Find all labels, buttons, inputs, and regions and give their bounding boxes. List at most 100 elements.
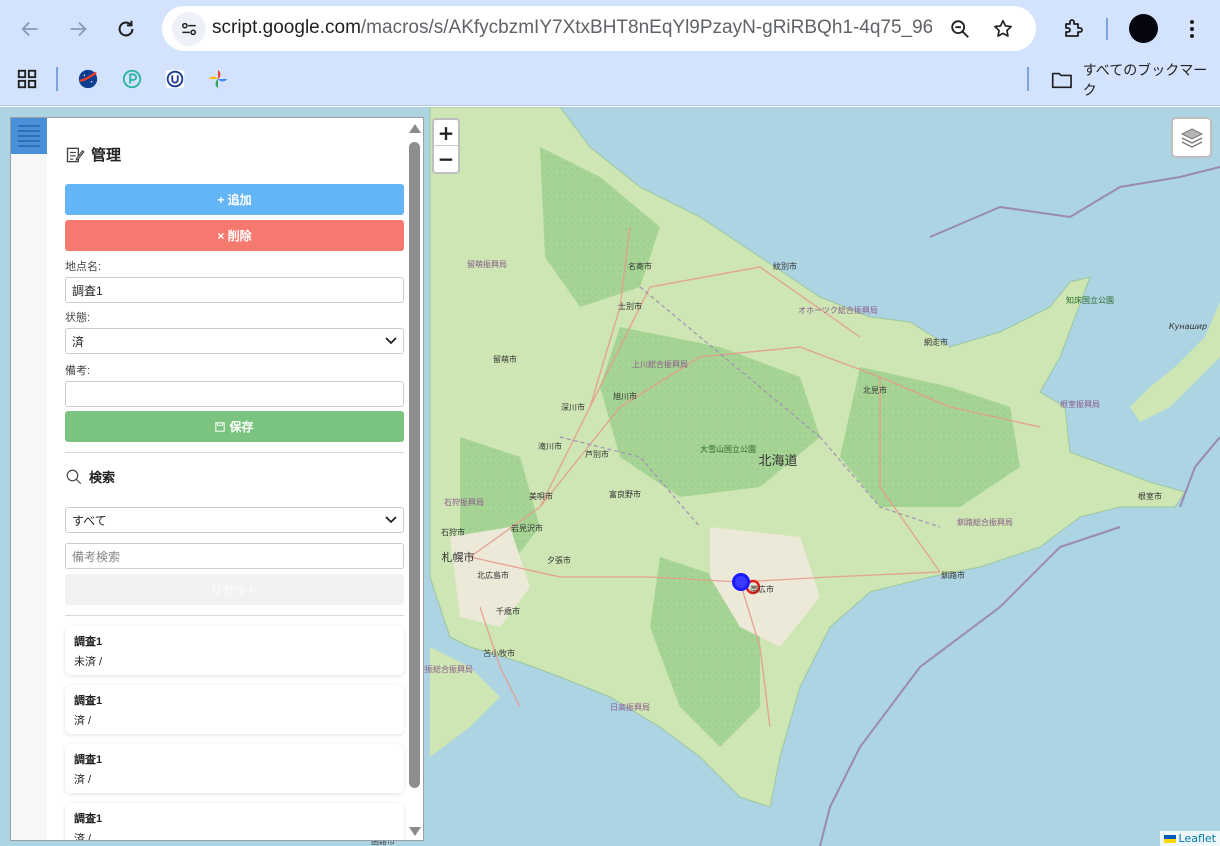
label-iwamizawa: 岩見沢市 bbox=[511, 523, 543, 533]
label-kamikawa: 上川総合振興局 bbox=[632, 359, 688, 369]
add-button[interactable]: + 追加 bbox=[65, 184, 404, 215]
profile-avatar[interactable] bbox=[1129, 14, 1158, 43]
list-item[interactable]: 調査1 済 / bbox=[65, 744, 404, 793]
label-kushiro: 釧路市 bbox=[941, 570, 965, 580]
label-sapporo: 札幌市 bbox=[442, 550, 475, 564]
status-select[interactable]: 済 bbox=[65, 328, 404, 354]
apps-icon[interactable] bbox=[15, 67, 39, 91]
status-filter-select[interactable]: すべて bbox=[65, 507, 404, 533]
layers-icon bbox=[1180, 127, 1203, 148]
label-nayoro: 名寄市 bbox=[628, 261, 652, 271]
layers-button[interactable] bbox=[1171, 117, 1212, 158]
southwest-peninsula bbox=[430, 647, 500, 757]
label-bibai: 美唄市 bbox=[529, 491, 553, 501]
reset-button[interactable]: リセット bbox=[65, 574, 404, 605]
section-divider bbox=[65, 452, 404, 453]
kunashir-island bbox=[1130, 302, 1220, 422]
note-field[interactable] bbox=[65, 381, 404, 407]
zoom-in-button[interactable]: + bbox=[434, 120, 458, 146]
toolbar-divider bbox=[1106, 18, 1108, 40]
note-search-input[interactable]: 備考検索 bbox=[65, 543, 404, 569]
scroll-down-arrow-icon[interactable] bbox=[409, 827, 421, 836]
label-tomakomai: 苫小牧市 bbox=[483, 648, 515, 658]
label-ishikari: 石狩市 bbox=[441, 527, 465, 537]
all-bookmarks-button[interactable]: すべてのブックマーク bbox=[1050, 63, 1220, 99]
label-okhotsk: オホーツク総合振興局 bbox=[798, 305, 878, 315]
attribution-link[interactable]: Leaflet bbox=[1179, 832, 1216, 845]
label-rumoi-sub: 留萌振興局 bbox=[467, 259, 507, 269]
reload-button[interactable] bbox=[109, 12, 143, 46]
back-button[interactable] bbox=[13, 12, 47, 46]
zoom-out-button[interactable]: − bbox=[434, 146, 458, 172]
scroll-thumb[interactable] bbox=[409, 142, 420, 788]
url-text[interactable]: script.google.com/macros/s/AKfycbzmIY7Xt… bbox=[212, 17, 932, 39]
status-label: 状態: bbox=[65, 312, 91, 324]
location-name-label: 地点名: bbox=[65, 261, 102, 273]
scroll-up-arrow-icon[interactable] bbox=[409, 124, 421, 133]
label-abashiri: 網走市 bbox=[924, 337, 948, 347]
url-host: script.google.com bbox=[212, 17, 361, 38]
url-path: /macros/s/AKfycbzmIY7XtxBHT8nEqYl9PzayN-… bbox=[360, 17, 932, 38]
label-furano: 富良野市 bbox=[609, 489, 641, 499]
search-icon bbox=[66, 469, 82, 484]
bookmarks-bar: すべてのブックマーク bbox=[0, 58, 1220, 106]
list-item[interactable]: 調査1 未済 / bbox=[65, 626, 404, 675]
survey-marker-blue bbox=[732, 573, 750, 591]
label-obihiro: 帯広市 bbox=[750, 584, 774, 594]
label-kunashir: Кунашир bbox=[1169, 322, 1207, 331]
label-daisetsu: 大雪山国立公園 bbox=[700, 444, 756, 454]
label-hidaka: 日高振興局 bbox=[610, 702, 650, 712]
forward-button[interactable] bbox=[61, 12, 95, 46]
delete-button[interactable]: × 削除 bbox=[65, 220, 404, 251]
manage-section-title: 管理 bbox=[65, 144, 121, 165]
zoom-lens-icon[interactable] bbox=[946, 15, 974, 43]
label-kitami: 北見市 bbox=[863, 385, 887, 395]
panel-scrollbar[interactable] bbox=[406, 118, 423, 840]
reload-icon bbox=[118, 20, 134, 37]
label-kitahiroshima: 北広島市 bbox=[477, 570, 509, 580]
bookmark-star-icon[interactable] bbox=[989, 15, 1017, 43]
label-region: 北海道 bbox=[758, 454, 797, 469]
arrow-right-icon bbox=[70, 21, 87, 37]
label-rumoi: 留萌市 bbox=[493, 354, 517, 364]
folder-icon bbox=[1051, 72, 1072, 89]
label-shiretoko: 知床国立公園 bbox=[1066, 295, 1114, 305]
hamburger-icon bbox=[18, 125, 40, 127]
list-divider bbox=[65, 615, 404, 616]
label-chitose: 千歳市 bbox=[496, 606, 520, 616]
web-page: 北海道 名寄市 紋別市 士別市 オホーツク総合振興局 知床国立公園 Кунаши… bbox=[0, 107, 1220, 846]
more-menu-icon[interactable] bbox=[1176, 13, 1208, 45]
list-item[interactable]: 調査1 済 / bbox=[65, 685, 404, 734]
side-panel: 管理 + 追加 × 削除 地点名: 調査1 状態: 済 備考: 保存 検索 すべ… bbox=[10, 117, 424, 841]
save-button[interactable]: 保存 bbox=[65, 411, 404, 442]
label-nemuro-sub: 根室振興局 bbox=[1060, 399, 1100, 409]
label-kushiro-sub: 釧路総合振興局 bbox=[957, 517, 1013, 527]
memo-icon bbox=[66, 147, 85, 162]
floppy-disk-icon bbox=[215, 421, 226, 432]
address-bar[interactable]: script.google.com/macros/s/AKfycbzmIY7Xt… bbox=[162, 6, 1036, 51]
note-label: 備考: bbox=[65, 365, 91, 377]
chevron-down-icon bbox=[385, 337, 397, 345]
pinwheel-icon[interactable] bbox=[206, 67, 230, 91]
browser-toolbar: script.google.com/macros/s/AKfycbzmIY7Xt… bbox=[0, 0, 1220, 58]
menu-toggle-button[interactable] bbox=[11, 118, 47, 154]
extensions-icon[interactable] bbox=[1057, 13, 1089, 45]
p-circle-icon[interactable] bbox=[120, 67, 144, 91]
label-fukagawa: 深川市 bbox=[561, 402, 585, 412]
u-logo-icon[interactable] bbox=[163, 67, 187, 91]
label-nemuro: 根室市 bbox=[1138, 491, 1162, 501]
label-monbetsu: 紋別市 bbox=[773, 261, 797, 271]
search-section-title: 検索 bbox=[65, 467, 115, 486]
arrow-left-icon bbox=[21, 21, 38, 37]
nasa-icon[interactable] bbox=[76, 67, 100, 91]
label-ashibetsu: 芦別市 bbox=[585, 449, 609, 459]
label-takikawa: 滝川市 bbox=[538, 441, 562, 451]
location-name-field[interactable]: 調査1 bbox=[65, 277, 404, 303]
site-info-icon[interactable] bbox=[172, 12, 206, 46]
label-shibetsu: 士別市 bbox=[618, 301, 642, 311]
map-attribution[interactable]: Leaflet bbox=[1159, 831, 1220, 846]
list-item[interactable]: 調査1 済 / bbox=[65, 803, 404, 840]
panel-content: 管理 + 追加 × 削除 地点名: 調査1 状態: 済 備考: 保存 検索 すべ… bbox=[65, 118, 404, 840]
label-iburi: 胆振総合振興局 bbox=[417, 664, 473, 674]
label-yubari: 夕張市 bbox=[547, 555, 571, 565]
